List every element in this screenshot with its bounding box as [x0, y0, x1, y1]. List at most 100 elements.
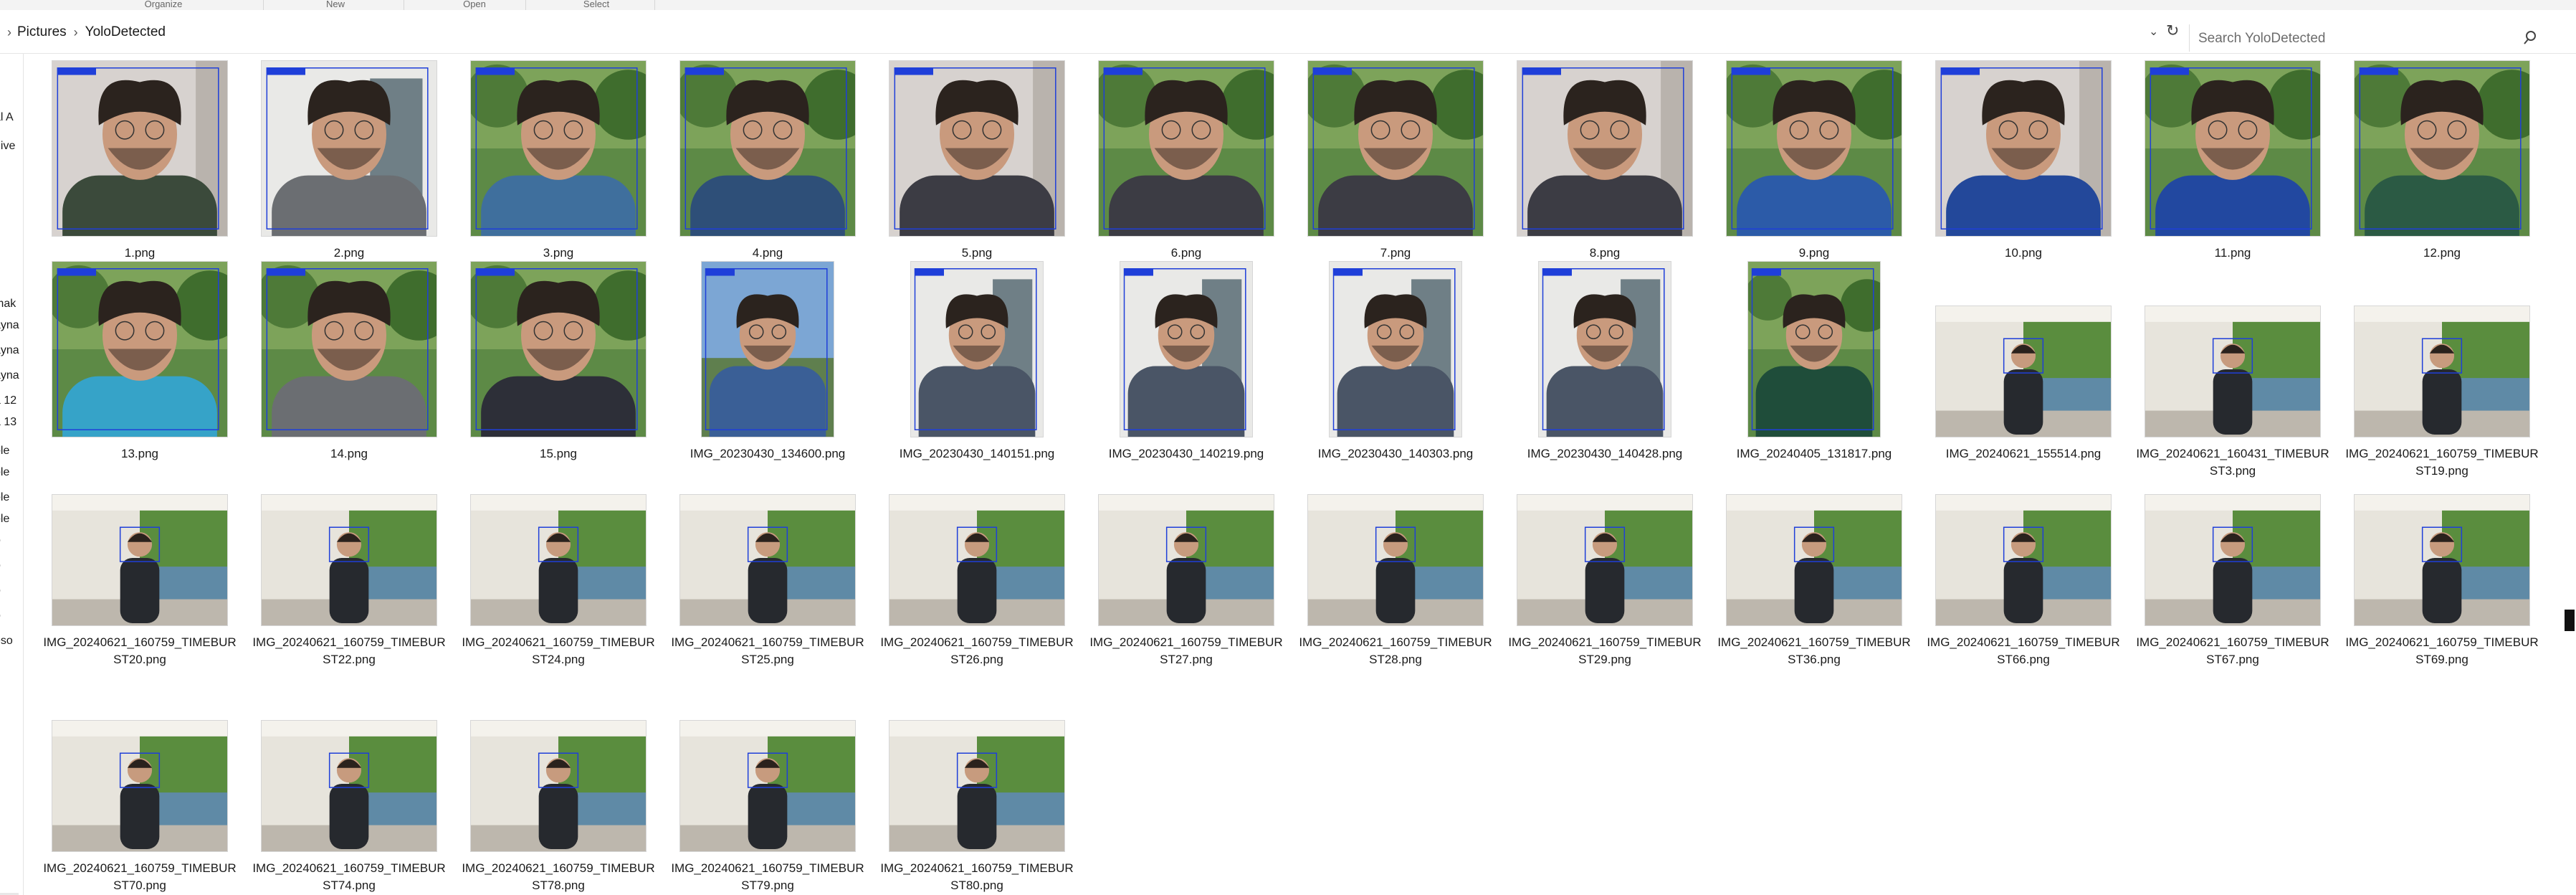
file-thumbnail[interactable] — [1727, 495, 1902, 625]
file-thumbnail[interactable] — [262, 262, 437, 437]
file-name[interactable]: IMG_20230430_140303.png — [1299, 445, 1492, 463]
file-thumbnail[interactable] — [680, 721, 855, 851]
file-name[interactable]: IMG_20240621_160759_TIMEBURST20.png — [43, 634, 237, 668]
file-thumbnail[interactable] — [889, 61, 1064, 236]
file-thumbnail[interactable] — [471, 262, 646, 437]
file-name[interactable]: IMG_20230430_140219.png — [1089, 445, 1283, 463]
file-thumbnail[interactable] — [1727, 61, 1902, 236]
file-name[interactable]: 3.png — [462, 245, 655, 262]
search-icon[interactable] — [2522, 29, 2538, 51]
nav-item[interactable]: ble — [0, 513, 23, 526]
file-thumbnail[interactable] — [1308, 495, 1483, 625]
file-name[interactable]: IMG_20240621_160759_TIMEBURST80.png — [880, 860, 1074, 894]
file-thumbnail[interactable] — [52, 721, 227, 851]
file-name[interactable]: IMG_20230430_140151.png — [880, 445, 1074, 463]
search-box[interactable]: Search YoloDetected — [2189, 24, 2548, 52]
file-name[interactable]: IMG_20240621_160431_TIMEBURST3.png — [2136, 445, 2329, 480]
file-name[interactable]: IMG_20240621_160759_TIMEBURST36.png — [1717, 634, 1911, 668]
file-thumbnail[interactable] — [680, 495, 855, 625]
file-thumbnail[interactable] — [262, 61, 437, 236]
nav-item[interactable]: nive — [0, 140, 23, 153]
nav-item[interactable]: ayna — [0, 344, 23, 357]
file-name[interactable]: 6.png — [1089, 245, 1283, 262]
file-name[interactable]: IMG_20240621_160759_TIMEBURST66.png — [1927, 634, 2120, 668]
file-name[interactable]: IMG_20240621_160759_TIMEBURST70.png — [43, 860, 237, 894]
file-name[interactable]: 12.png — [2345, 245, 2539, 262]
chevron-down-icon[interactable]: ⌄ — [2149, 24, 2158, 39]
file-thumbnail[interactable] — [262, 721, 437, 851]
ribbon-new[interactable]: New — [264, 0, 407, 9]
file-name[interactable]: 8.png — [1508, 245, 1702, 262]
chevron-right-icon[interactable]: › — [74, 25, 78, 40]
file-name[interactable]: IMG_20240621_160759_TIMEBURST26.png — [880, 634, 1074, 668]
file-thumbnail[interactable] — [471, 721, 646, 851]
navigation-pane[interactable]: al A nive mak ayna ayna ayna a 12 a 13 ble ble ble… — [0, 54, 24, 895]
file-thumbnail[interactable] — [1748, 262, 1880, 437]
file-name[interactable]: IMG_20240621_160759_TIMEBURST78.png — [462, 860, 655, 894]
file-thumbnail[interactable] — [1308, 61, 1483, 236]
file-thumbnail[interactable] — [1936, 306, 2111, 437]
nav-item[interactable]: ble — [0, 491, 23, 504]
nav-item[interactable]: eso — [0, 635, 23, 648]
file-thumbnail[interactable] — [702, 262, 834, 437]
nav-item[interactable]: ble — [0, 445, 23, 458]
file-thumbnail[interactable] — [52, 495, 227, 625]
file-name[interactable]: 11.png — [2136, 245, 2329, 262]
ribbon-select[interactable]: Select — [525, 0, 668, 9]
file-name[interactable]: IMG_20240621_160759_TIMEBURST25.png — [671, 634, 864, 668]
file-thumbnail[interactable] — [1517, 61, 1692, 236]
file-name[interactable]: IMG_20240621_155514.png — [1927, 445, 2120, 463]
file-thumbnail[interactable] — [1099, 61, 1274, 236]
file-thumbnail[interactable] — [1517, 495, 1692, 625]
file-name[interactable]: 1.png — [43, 245, 237, 262]
file-thumbnail[interactable] — [471, 61, 646, 236]
nav-item[interactable]: o — [0, 534, 23, 547]
file-name[interactable]: IMG_20240405_131817.png — [1717, 445, 1911, 463]
file-thumbnail[interactable] — [1936, 495, 2111, 625]
file-name[interactable]: IMG_20240621_160759_TIMEBURST79.png — [671, 860, 864, 894]
address-bar[interactable]: › Pictures › YoloDetected — [0, 17, 2179, 47]
nav-item[interactable]: a 12 — [0, 394, 23, 407]
nav-item[interactable]: o — [0, 559, 23, 572]
nav-item[interactable]: o — [0, 610, 23, 622]
ribbon-organize[interactable]: Organize — [92, 0, 235, 9]
file-thumbnail[interactable] — [52, 61, 227, 236]
nav-item[interactable]: mak — [0, 298, 23, 311]
file-thumbnail[interactable] — [471, 495, 646, 625]
file-thumbnail[interactable] — [889, 721, 1064, 851]
file-name[interactable]: IMG_20240621_160759_TIMEBURST27.png — [1089, 634, 1283, 668]
nav-item[interactable]: ayna — [0, 369, 23, 382]
file-thumbnail[interactable] — [1120, 262, 1252, 437]
file-name[interactable]: IMG_20240621_160759_TIMEBURST28.png — [1299, 634, 1492, 668]
file-thumbnail[interactable] — [2145, 495, 2320, 625]
file-thumbnail[interactable] — [2145, 306, 2320, 437]
file-name[interactable]: 5.png — [880, 245, 1074, 262]
file-name[interactable]: 9.png — [1717, 245, 1911, 262]
file-thumbnail[interactable] — [2355, 306, 2529, 437]
file-name[interactable]: IMG_20230430_134600.png — [671, 445, 864, 463]
file-name[interactable]: IMG_20240621_160759_TIMEBURST67.png — [2136, 634, 2329, 668]
file-thumbnail[interactable] — [680, 61, 855, 236]
file-thumbnail[interactable] — [911, 262, 1043, 437]
file-name[interactable]: 2.png — [252, 245, 446, 262]
file-thumbnail[interactable] — [2355, 61, 2529, 236]
refresh-icon[interactable]: ↻ — [2166, 22, 2179, 40]
file-thumbnail[interactable] — [1936, 61, 2111, 236]
file-name[interactable]: 14.png — [252, 445, 446, 463]
file-thumbnail[interactable] — [1330, 262, 1461, 437]
file-thumbnail[interactable] — [889, 495, 1064, 625]
nav-item[interactable]: a 13 — [0, 416, 23, 429]
file-thumbnail[interactable] — [52, 262, 227, 437]
file-name[interactable]: 4.png — [671, 245, 864, 262]
file-name[interactable]: IMG_20240621_160759_TIMEBURST69.png — [2345, 634, 2539, 668]
file-name[interactable]: IMG_20240621_160759_TIMEBURST19.png — [2345, 445, 2539, 480]
chevron-right-icon[interactable]: › — [7, 25, 11, 40]
file-name[interactable]: IMG_20240621_160759_TIMEBURST74.png — [252, 860, 446, 894]
nav-item[interactable]: ayna — [0, 319, 23, 332]
file-name[interactable]: IMG_20240621_160759_TIMEBURST24.png — [462, 634, 655, 668]
breadcrumb-pictures[interactable]: Pictures — [17, 24, 67, 40]
file-name[interactable]: 15.png — [462, 445, 655, 463]
scrollbar-thumb[interactable] — [2565, 610, 2575, 631]
file-name[interactable]: IMG_20240621_160759_TIMEBURST22.png — [252, 634, 446, 668]
file-thumbnail[interactable] — [1099, 495, 1274, 625]
